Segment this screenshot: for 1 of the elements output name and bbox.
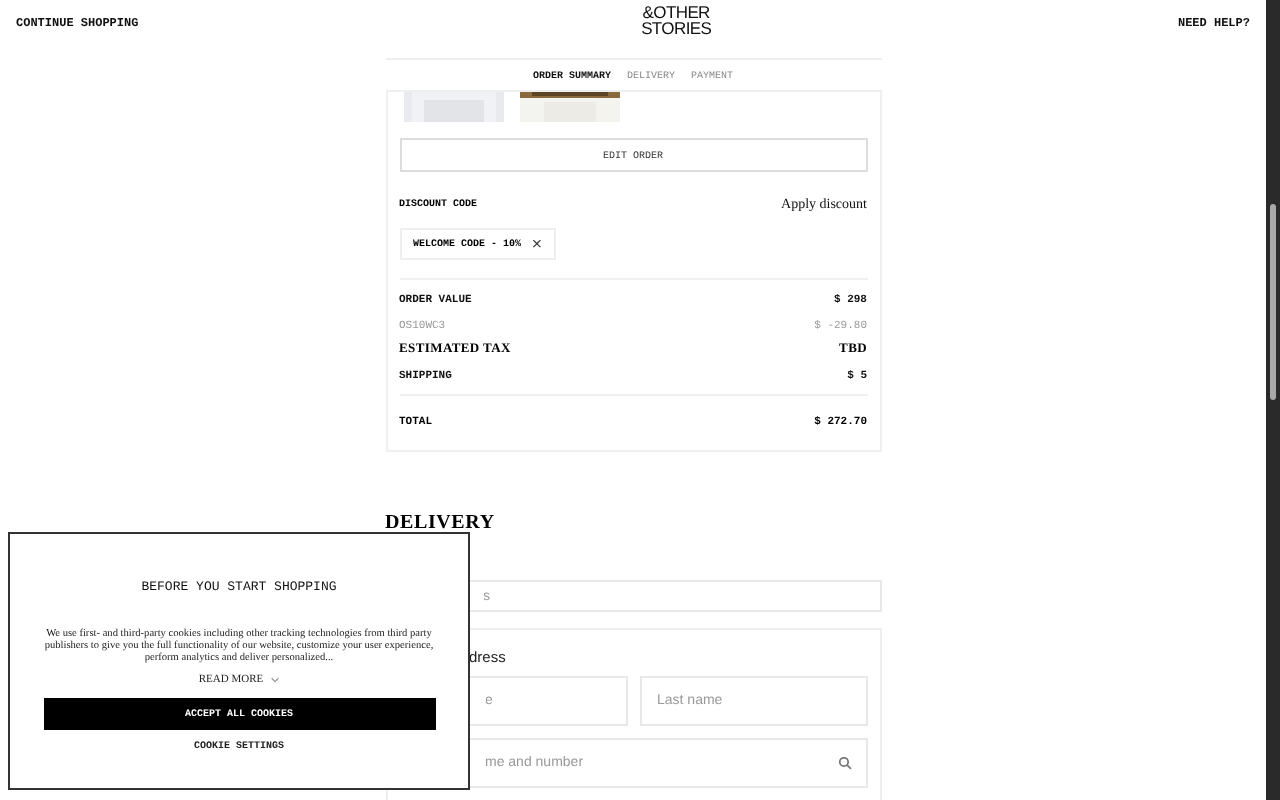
section-heading: DELIVERY: [385, 512, 497, 537]
